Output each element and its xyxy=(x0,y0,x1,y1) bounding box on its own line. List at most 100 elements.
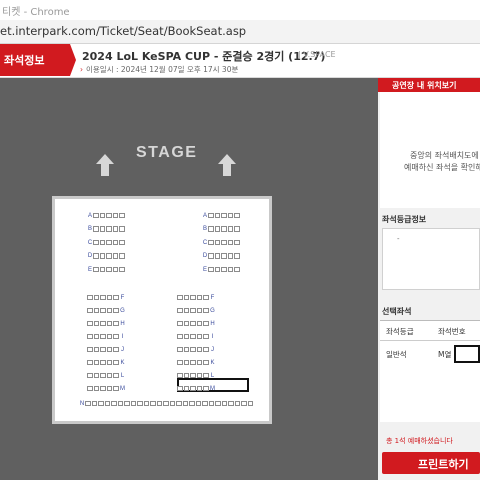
row-k-seat[interactable] xyxy=(93,359,99,366)
row-a-seat[interactable] xyxy=(99,212,105,219)
row-f-seat[interactable] xyxy=(93,294,99,301)
row-a-seat[interactable] xyxy=(227,212,233,219)
row-i-seat[interactable] xyxy=(87,333,93,340)
row-n-seat[interactable] xyxy=(91,400,97,407)
row-m-seat[interactable] xyxy=(190,385,196,392)
row-i-seat[interactable] xyxy=(190,333,196,340)
row-g-seat[interactable] xyxy=(190,307,196,314)
row-g-seat[interactable] xyxy=(196,307,202,314)
row-n-seat[interactable] xyxy=(208,400,214,407)
row-a-seat[interactable] xyxy=(208,212,214,219)
row-c-seat[interactable] xyxy=(119,239,125,246)
row-f-seat[interactable] xyxy=(87,294,93,301)
row-n-seat[interactable] xyxy=(104,400,110,407)
row-d-seat[interactable] xyxy=(99,253,105,259)
row-k-seat[interactable] xyxy=(196,359,202,366)
row-d-seat[interactable] xyxy=(106,253,112,259)
row-c-seat[interactable] xyxy=(112,239,118,246)
row-m-seat[interactable] xyxy=(113,385,119,392)
row-a-seat[interactable] xyxy=(234,212,240,219)
row-e-seat[interactable] xyxy=(214,266,220,273)
row-g-seat[interactable] xyxy=(93,307,99,314)
row-l-seat[interactable] xyxy=(190,372,196,379)
row-m-seat[interactable] xyxy=(93,385,99,392)
row-b-seat[interactable] xyxy=(221,226,227,232)
row-g-seat[interactable] xyxy=(203,307,209,314)
row-g-seat[interactable] xyxy=(106,307,112,314)
row-e-seat[interactable] xyxy=(106,266,112,273)
row-c-seat[interactable] xyxy=(208,239,214,246)
row-d-seat[interactable] xyxy=(112,253,118,259)
row-k-seat[interactable] xyxy=(113,359,119,366)
row-j-seat[interactable] xyxy=(100,346,106,353)
row-k-seat[interactable] xyxy=(87,359,93,366)
row-l-seat[interactable] xyxy=(177,372,183,379)
row-m-seat[interactable] xyxy=(177,385,183,392)
row-n-seat[interactable] xyxy=(85,400,91,407)
row-f-seat[interactable] xyxy=(177,294,183,301)
row-i-seat[interactable] xyxy=(113,333,119,340)
row-h-seat[interactable] xyxy=(196,320,202,327)
row-n-seat[interactable] xyxy=(195,400,201,407)
row-g-seat[interactable] xyxy=(87,307,93,314)
row-c-seat[interactable] xyxy=(234,239,240,246)
row-f-seat[interactable] xyxy=(196,294,202,301)
row-e-seat[interactable] xyxy=(227,266,233,273)
row-a-seat[interactable] xyxy=(119,212,125,219)
row-c-seat[interactable] xyxy=(214,239,220,246)
row-i-seat[interactable] xyxy=(100,333,106,340)
row-n-seat[interactable] xyxy=(228,400,234,407)
row-h-seat[interactable] xyxy=(113,320,119,327)
row-b-seat[interactable] xyxy=(234,226,240,232)
row-e-seat[interactable] xyxy=(221,266,227,273)
row-m-seat[interactable] xyxy=(87,385,93,392)
address-url[interactable]: et.interpark.com/Ticket/Seat/BookSeat.as… xyxy=(0,24,246,38)
row-b-seat[interactable] xyxy=(214,226,220,232)
row-n-seat[interactable] xyxy=(137,400,143,407)
row-j-seat[interactable] xyxy=(196,346,202,353)
seat-info-tab[interactable]: 좌석정보 xyxy=(0,44,70,76)
row-l-seat[interactable] xyxy=(93,372,99,379)
row-d-seat[interactable] xyxy=(234,253,240,259)
row-n-seat[interactable] xyxy=(176,400,182,407)
row-k-seat[interactable] xyxy=(190,359,196,366)
row-i-seat[interactable] xyxy=(177,333,183,340)
row-a-seat[interactable] xyxy=(214,212,220,219)
row-c-seat[interactable] xyxy=(93,239,99,246)
row-n-seat[interactable] xyxy=(130,400,136,407)
row-j-seat[interactable] xyxy=(93,346,99,353)
row-b-seat[interactable] xyxy=(208,226,214,232)
row-j-seat[interactable] xyxy=(190,346,196,353)
row-h-seat[interactable] xyxy=(203,320,209,327)
row-b-seat[interactable] xyxy=(112,226,118,232)
row-n-seat[interactable] xyxy=(117,400,123,407)
print-button[interactable]: 프린트하기 xyxy=(382,452,480,474)
row-e-seat[interactable] xyxy=(112,266,118,273)
row-e-seat[interactable] xyxy=(208,266,214,273)
row-d-seat[interactable] xyxy=(119,253,125,259)
row-f-seat[interactable] xyxy=(203,294,209,301)
row-n-seat[interactable] xyxy=(111,400,117,407)
row-b-seat[interactable] xyxy=(106,226,112,232)
row-n-seat[interactable] xyxy=(215,400,221,407)
row-h-seat[interactable] xyxy=(190,320,196,327)
row-h-seat[interactable] xyxy=(106,320,112,327)
row-j-seat[interactable] xyxy=(177,346,183,353)
row-d-seat[interactable] xyxy=(214,253,220,259)
row-k-seat[interactable] xyxy=(177,359,183,366)
row-f-seat[interactable] xyxy=(183,294,189,301)
row-f-seat[interactable] xyxy=(190,294,196,301)
row-i-seat[interactable] xyxy=(183,333,189,340)
row-i-seat[interactable] xyxy=(106,333,112,340)
row-f-seat[interactable] xyxy=(106,294,112,301)
row-e-seat[interactable] xyxy=(93,266,99,273)
row-h-seat[interactable] xyxy=(87,320,93,327)
row-g-seat[interactable] xyxy=(183,307,189,314)
row-f-seat[interactable] xyxy=(100,294,106,301)
row-l-seat[interactable] xyxy=(113,372,119,379)
row-m-seat[interactable] xyxy=(196,385,202,392)
row-g-seat[interactable] xyxy=(113,307,119,314)
row-n-seat[interactable] xyxy=(163,400,169,407)
row-b-seat[interactable] xyxy=(227,226,233,232)
row-m-seat[interactable] xyxy=(106,385,112,392)
